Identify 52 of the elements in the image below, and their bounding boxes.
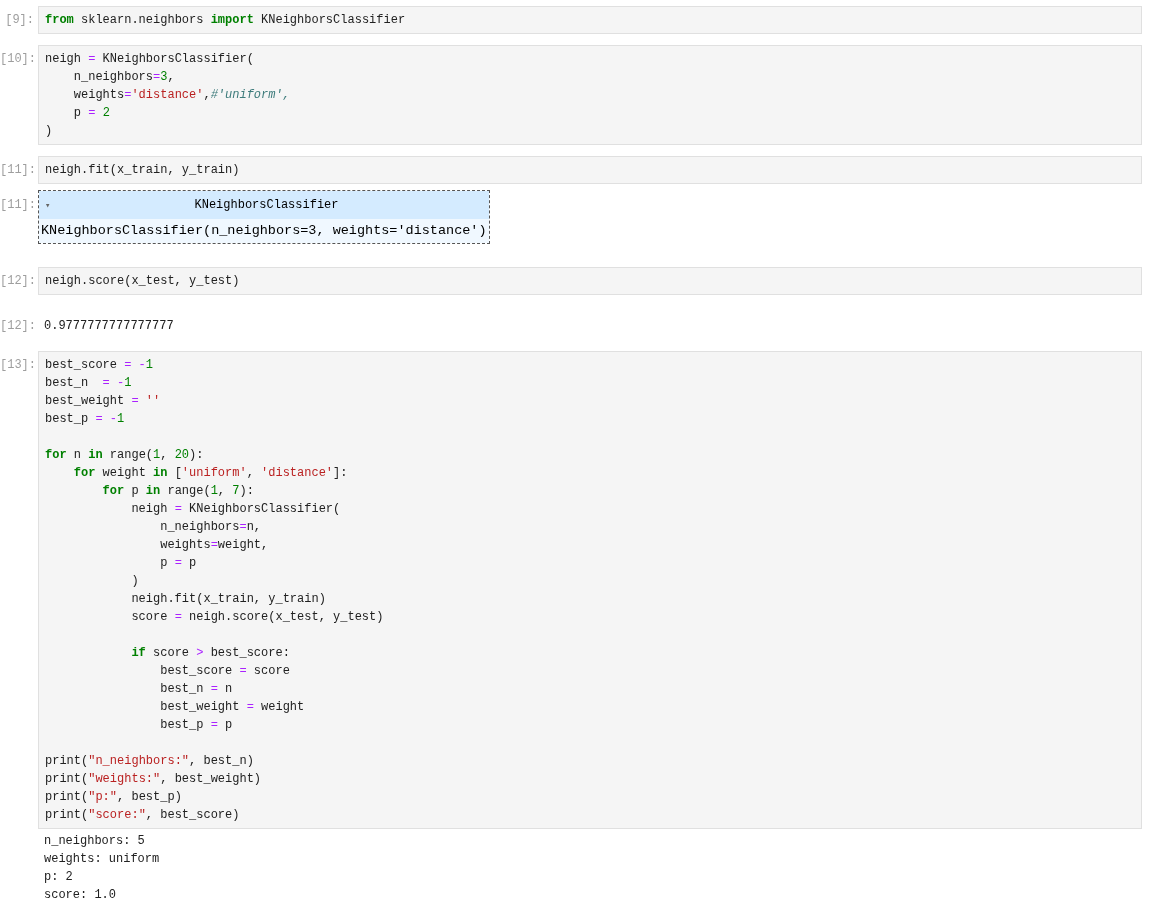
code-line: best_p = p bbox=[159, 717, 234, 734]
output-line: n_neighbors: 5 bbox=[44, 833, 146, 850]
code-cell[interactable]: neigh = KNeighborsClassifier( n_neighbors=3, weights='distance',#'uniform', p = 2 ) bbox=[38, 45, 1142, 145]
code-line: best_score = score bbox=[159, 663, 291, 680]
code-line: best_weight = weight bbox=[159, 699, 306, 716]
execution-count: [12]: bbox=[0, 273, 37, 290]
code-line: p = p bbox=[159, 555, 198, 572]
execution-count: [11]: bbox=[0, 162, 37, 179]
code-line: print("p:", best_p) bbox=[45, 789, 183, 806]
code-line: for weight in ['uniform', 'distance']: bbox=[72, 465, 349, 482]
output-line: 0.9777777777777777 bbox=[44, 318, 175, 335]
code-line: neigh.fit(x_train, y_train) bbox=[45, 162, 241, 179]
code-cell[interactable]: neigh.score(x_test, y_test) bbox=[38, 267, 1142, 295]
code-line: neigh.score(x_test, y_test) bbox=[45, 273, 241, 290]
output-line: score: 1.0 bbox=[44, 887, 117, 903]
code-line: best_weight = '' bbox=[45, 393, 162, 410]
code-line: ) bbox=[45, 123, 54, 140]
collapse-toggle[interactable]: ▾ bbox=[45, 199, 51, 211]
code-cell[interactable] bbox=[38, 351, 1142, 829]
code-line: n_neighbors=n, bbox=[159, 519, 263, 536]
code-line: if score > best_score: bbox=[130, 645, 291, 662]
code-line: p = 2 bbox=[72, 105, 111, 122]
code-line: for n in range(1, 20): bbox=[45, 447, 205, 464]
code-line: best_n = -1 bbox=[45, 375, 133, 392]
code-line: score = neigh.score(x_test, y_test) bbox=[130, 609, 385, 626]
code-line: neigh = KNeighborsClassifier( bbox=[45, 51, 255, 68]
estimator-title: KNeighborsClassifier bbox=[193, 198, 340, 212]
execution-count: [11]: bbox=[0, 197, 37, 214]
code-line: n_neighbors=3, bbox=[72, 69, 176, 86]
code-line: print("n_neighbors:", best_n) bbox=[45, 753, 255, 770]
code-line: weights='distance',#'uniform', bbox=[72, 87, 291, 104]
code-line: ) bbox=[130, 573, 140, 590]
code-line: from sklearn.neighbors import KNeighborsClassifier bbox=[45, 12, 407, 29]
execution-count: [9]: bbox=[4, 12, 35, 29]
code-line: print("score:", best_score) bbox=[45, 807, 241, 824]
estimator-header[interactable]: ▾ KNeighborsClassifier bbox=[39, 191, 489, 219]
code-line: for p in range(1, 7): bbox=[101, 483, 255, 500]
estimator-repr: KNeighborsClassifier(n_neighbors=3, weights='distance') bbox=[39, 219, 489, 243]
code-line: best_score = -1 bbox=[45, 357, 155, 374]
execution-count: [13]: bbox=[0, 357, 37, 374]
output-line: weights: uniform bbox=[44, 851, 161, 868]
code-line: best_n = n bbox=[159, 681, 234, 698]
output-line: p: 2 bbox=[44, 869, 74, 886]
execution-count: [10]: bbox=[0, 51, 37, 68]
code-line: neigh.fit(x_train, y_train) bbox=[130, 591, 327, 608]
code-cell[interactable]: from sklearn.neighbors import KNeighborsClassifier bbox=[38, 6, 1142, 34]
code-line: print("weights:", best_weight) bbox=[45, 771, 263, 788]
code-line: weights=weight, bbox=[159, 537, 270, 554]
execution-count: [12]: bbox=[0, 318, 37, 335]
code-line: neigh = KNeighborsClassifier( bbox=[130, 501, 342, 518]
code-line: best_p = -1 bbox=[45, 411, 126, 428]
code-cell[interactable]: neigh.fit(x_train, y_train) bbox=[38, 156, 1142, 184]
